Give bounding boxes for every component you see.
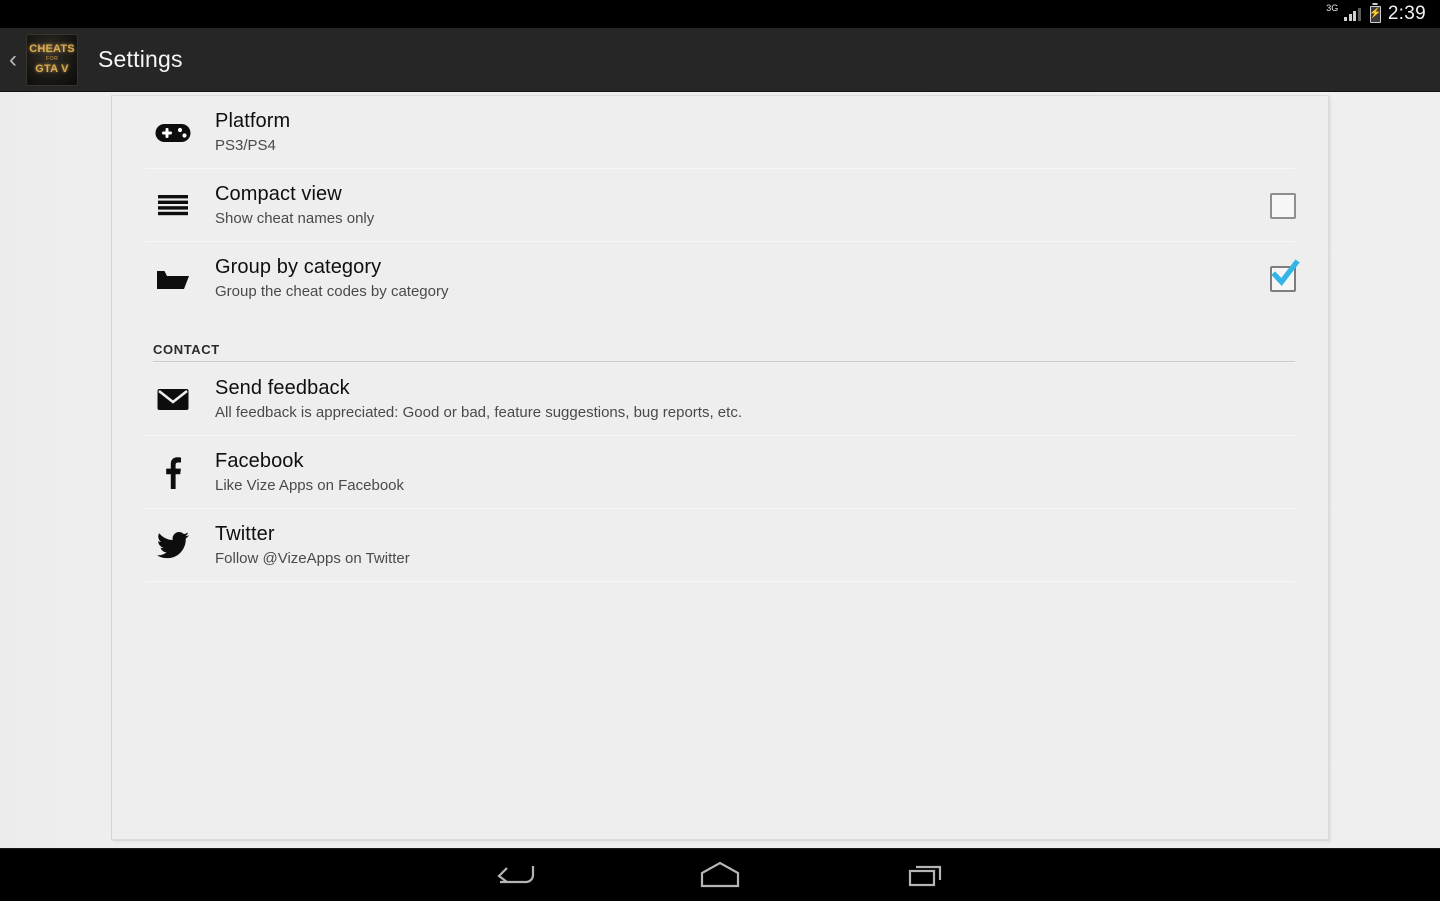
row-subtitle: Follow @VizeApps on Twitter	[215, 550, 410, 567]
section-label: CONTACT	[153, 342, 220, 357]
settings-row-twitter[interactable]: Twitter Follow @VizeApps on Twitter	[112, 509, 1328, 582]
nav-back-icon[interactable]	[440, 849, 590, 901]
check-mark-icon	[1271, 258, 1300, 286]
app-icon-line1: CHEATS	[29, 43, 75, 56]
envelope-icon	[145, 388, 201, 411]
status-bar-right: 3G ⚡ 2:39	[1325, 3, 1426, 25]
app-icon-line2: FOR	[45, 55, 59, 62]
row-subtitle: Show cheat names only	[215, 210, 375, 227]
settings-row-text: Facebook Like Vize Apps on Facebook	[201, 450, 1296, 495]
twitter-icon	[145, 532, 201, 559]
settings-list: Platform PS3/PS4 Compact view Show cheat…	[112, 96, 1328, 582]
row-title: Send feedback	[215, 377, 350, 399]
settings-row-text: Group by category Group the cheat codes …	[201, 256, 1270, 301]
row-subtitle: Like Vize Apps on Facebook	[215, 477, 405, 494]
settings-card: Platform PS3/PS4 Compact view Show cheat…	[111, 95, 1329, 840]
page-title: Settings	[98, 46, 183, 72]
action-bar: ‹ CHEATS FOR GTA V Settings	[0, 28, 1440, 92]
android-navigation-bar	[0, 848, 1440, 900]
settings-row-group-by-category[interactable]: Group by category Group the cheat codes …	[112, 242, 1328, 315]
settings-row-text: Compact view Show cheat names only	[201, 183, 1270, 228]
row-subtitle: Group the cheat codes by category	[215, 283, 449, 300]
row-title: Group by category	[215, 256, 382, 278]
app-icon[interactable]: CHEATS FOR GTA V	[26, 33, 78, 86]
status-bar: 3G ⚡ 2:39	[0, 0, 1440, 28]
settings-row-platform[interactable]: Platform PS3/PS4	[112, 96, 1328, 169]
battery-charging-icon: ⚡	[1369, 5, 1382, 23]
compact-view-checkbox[interactable]	[1270, 192, 1296, 219]
row-title: Platform	[215, 110, 291, 132]
settings-row-compact-view[interactable]: Compact view Show cheat names only	[112, 169, 1328, 242]
signal-bars-icon	[1344, 7, 1361, 21]
settings-row-facebook[interactable]: Facebook Like Vize Apps on Facebook	[112, 436, 1328, 509]
app-icon-line3: GTA V	[35, 62, 69, 75]
back-chevron-icon[interactable]: ‹	[0, 47, 26, 72]
network-type-label: 3G	[1326, 2, 1339, 13]
row-title: Facebook	[215, 450, 304, 472]
status-bar-clock: 2:39	[1387, 3, 1426, 24]
settings-row-text: Platform PS3/PS4	[201, 110, 1296, 155]
row-subtitle: PS3/PS4	[215, 137, 276, 154]
group-by-category-checkbox[interactable]	[1270, 258, 1300, 292]
nav-home-icon[interactable]	[645, 849, 795, 901]
nav-recents-icon[interactable]	[850, 849, 1000, 901]
section-header-contact: CONTACT	[112, 315, 1328, 363]
row-divider	[145, 581, 1295, 582]
settings-row-text: Twitter Follow @VizeApps on Twitter	[201, 523, 1296, 568]
settings-row-send-feedback[interactable]: Send feedback All feedback is appreciate…	[112, 363, 1328, 436]
facebook-icon	[145, 456, 201, 489]
gamepad-icon	[145, 120, 201, 146]
row-subtitle: All feedback is appreciated: Good or bad…	[215, 404, 742, 421]
settings-row-text: Send feedback All feedback is appreciate…	[201, 377, 1296, 422]
row-title: Twitter	[215, 523, 275, 545]
row-title: Compact view	[215, 183, 342, 205]
folder-open-icon	[145, 266, 201, 292]
settings-page: Platform PS3/PS4 Compact view Show cheat…	[0, 92, 1440, 848]
list-lines-icon	[145, 194, 201, 218]
